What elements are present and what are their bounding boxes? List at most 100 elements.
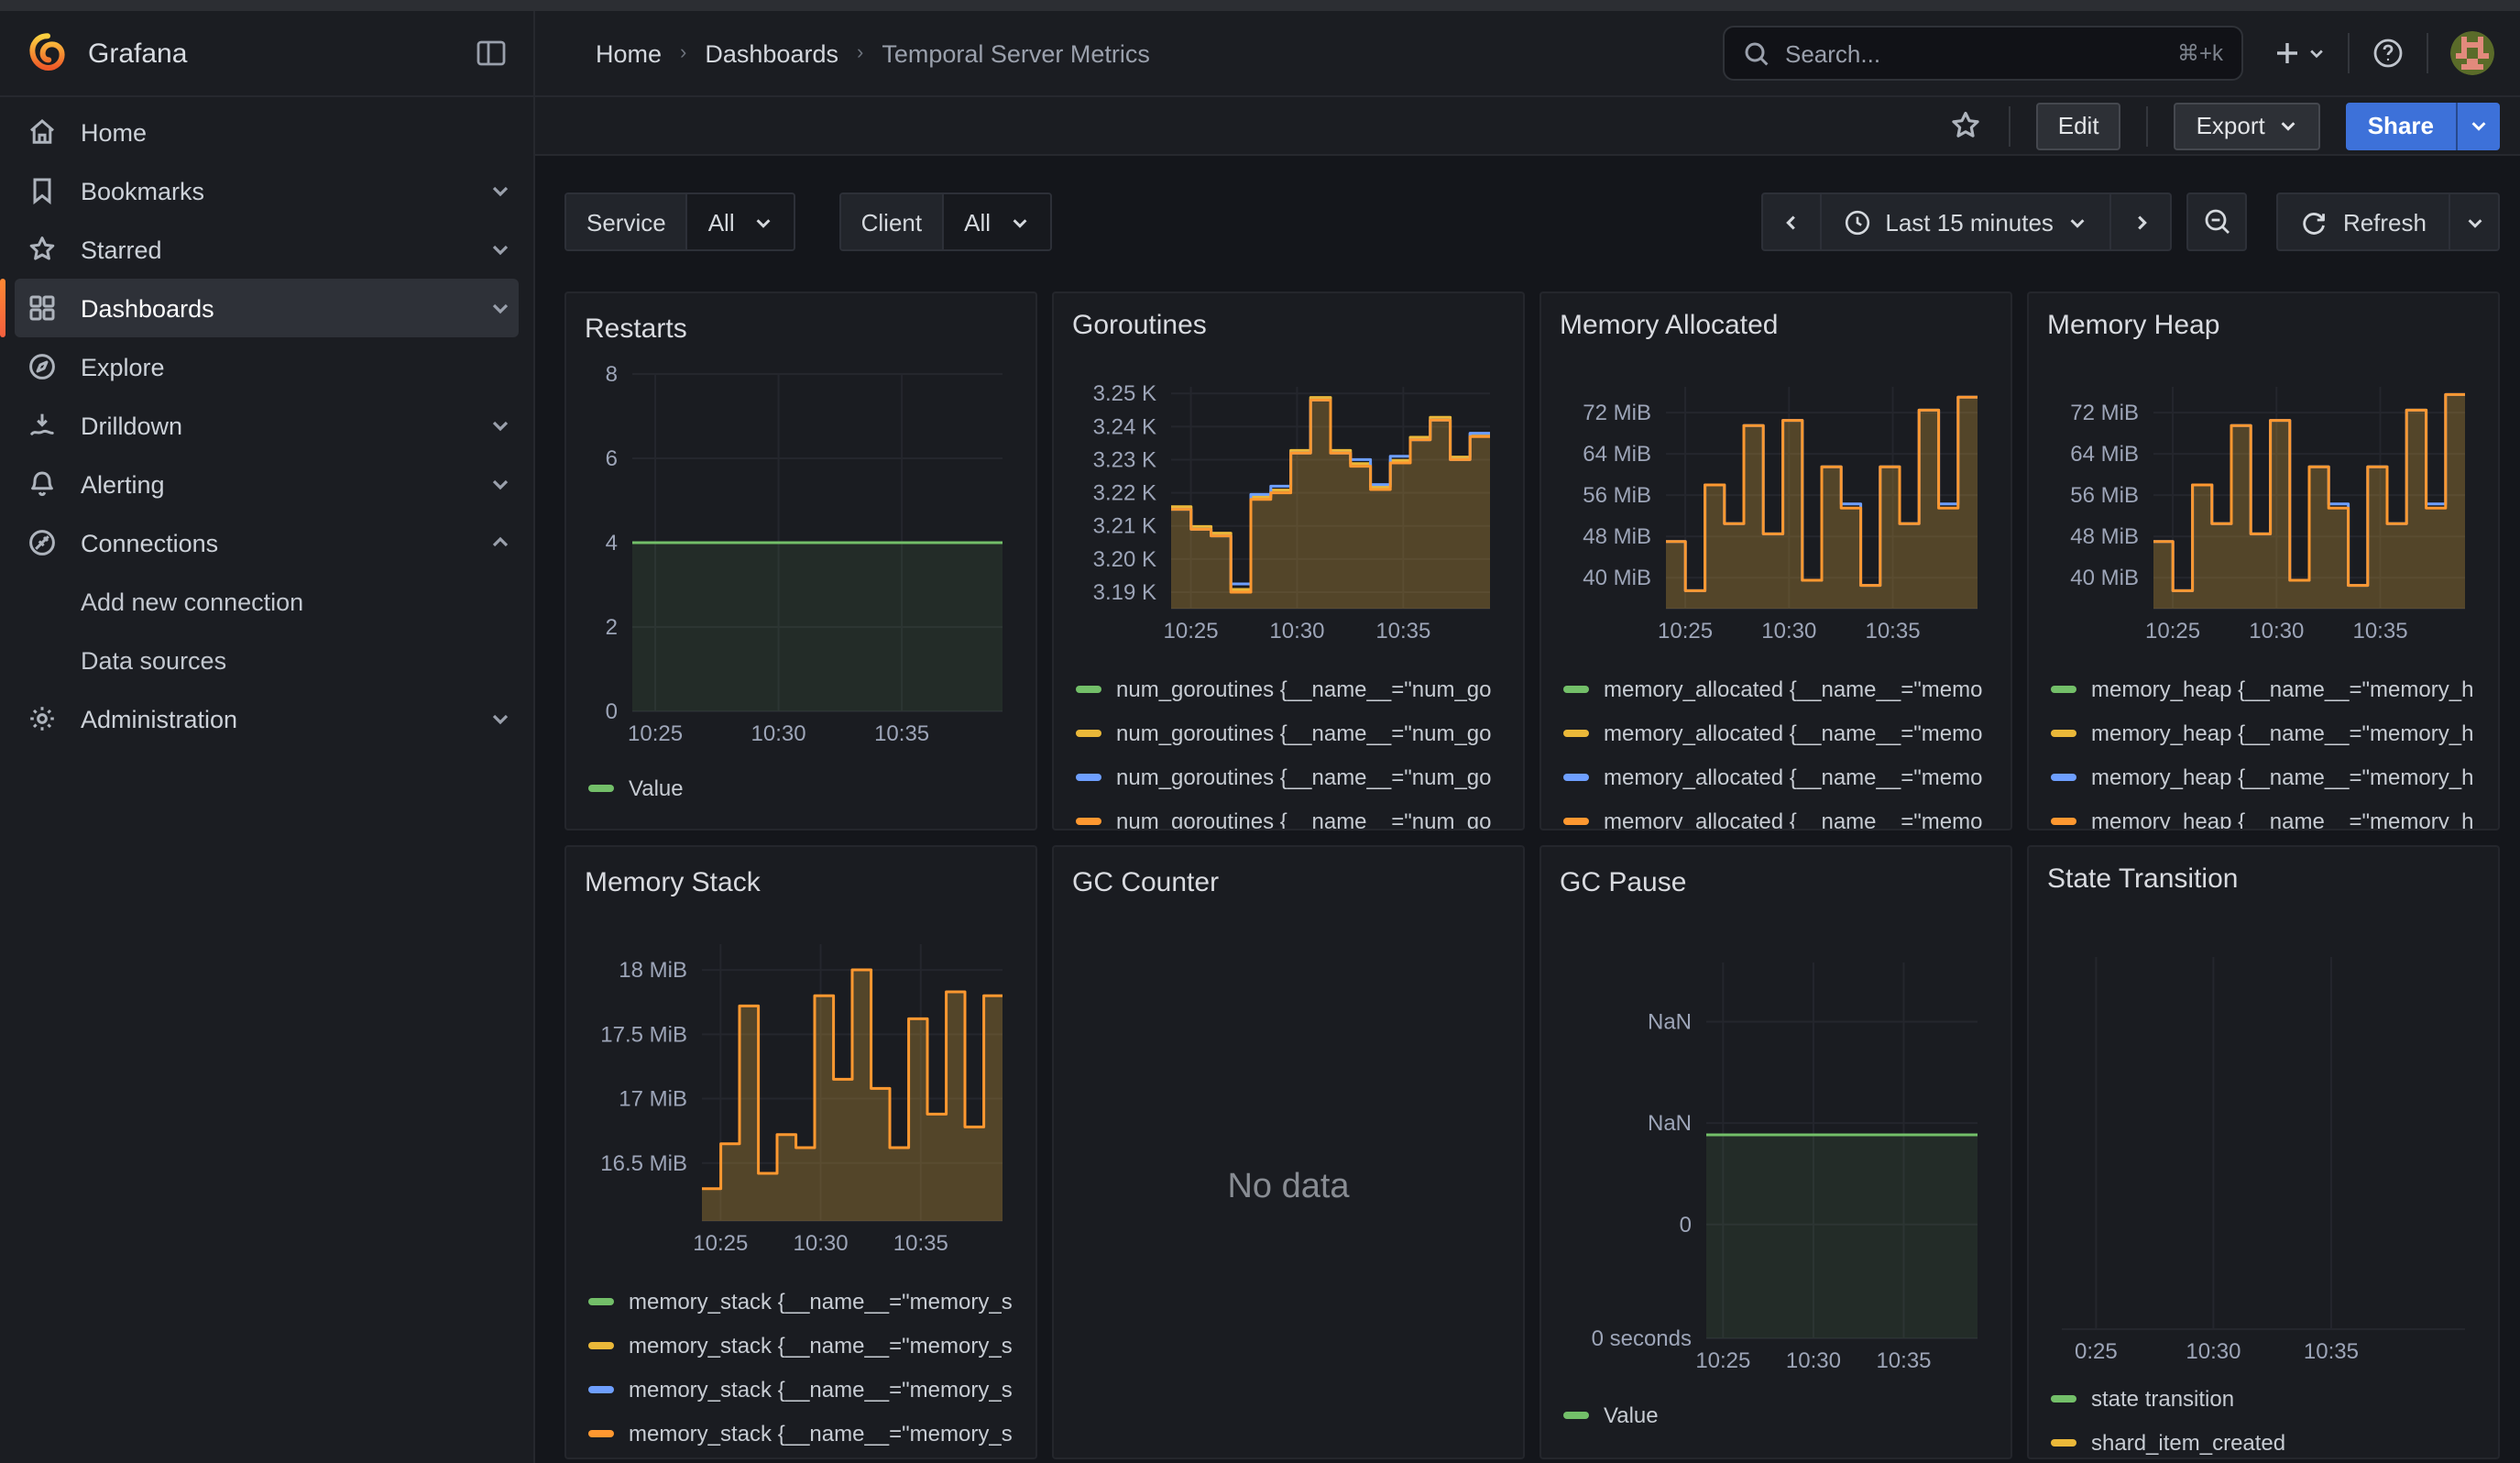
goroutines-chart[interactable]: 3.19 K3.20 K3.21 K3.22 K3.23 K3.24 K3.25…	[1072, 358, 1505, 649]
legend-color-bullet	[1563, 817, 1589, 825]
refresh-interval-dropdown[interactable]	[2450, 192, 2500, 251]
refresh-label: Refresh	[2343, 208, 2427, 236]
sidebar-item-bookmarks[interactable]: Bookmarks	[15, 161, 519, 220]
clock-icon	[1843, 208, 1870, 236]
sidebar-item-explore[interactable]: Explore	[15, 337, 519, 396]
sidebar-item-dashboards[interactable]: Dashboards	[15, 279, 519, 337]
add-new-button[interactable]	[2273, 38, 2326, 68]
edit-button[interactable]: Edit	[2036, 102, 2121, 149]
export-button[interactable]: Export	[2175, 102, 2320, 149]
variable-client-value[interactable]: All	[942, 194, 1049, 249]
time-range-picker[interactable]: Last 15 minutes	[1821, 192, 2112, 251]
favorite-star-button[interactable]	[1948, 108, 1983, 143]
chevron-down-icon[interactable]	[489, 297, 511, 319]
panel-title[interactable]: State Transition	[2047, 847, 2480, 911]
no-data-message: No data	[1072, 917, 1505, 1458]
svg-text:10:30: 10:30	[1269, 619, 1324, 644]
sidebar-item-add-new-connection[interactable]: Add new connection	[15, 572, 519, 631]
restarts-chart[interactable]: 0246810:2510:3010:35	[585, 363, 1017, 752]
legend-item[interactable]: memory_stack {__name__="memory_s	[585, 1324, 1017, 1368]
panel-title[interactable]: GC Counter	[1072, 847, 1505, 917]
chevron-up-icon[interactable]	[489, 532, 511, 554]
legend-item[interactable]: Value	[585, 766, 1017, 810]
sidebar-item-data-sources[interactable]: Data sources	[15, 631, 519, 689]
divider	[2348, 33, 2350, 73]
chevron-down-icon	[1009, 212, 1029, 232]
panel-title[interactable]: Memory Stack	[585, 847, 1017, 917]
panel-title[interactable]: Goroutines	[1072, 293, 1505, 358]
dock-sidebar-icon[interactable]	[475, 37, 508, 70]
chevron-down-icon[interactable]	[489, 414, 511, 436]
zoom-out-button[interactable]	[2187, 192, 2248, 251]
svg-text:NaN: NaN	[1648, 1010, 1692, 1035]
legend-item[interactable]: memory_allocated {__name__="memo	[1560, 799, 1992, 829]
panel-title[interactable]: Restarts	[585, 293, 1017, 363]
variable-service-value[interactable]: All	[686, 194, 794, 249]
share-button[interactable]: Share	[2346, 102, 2456, 149]
share-dropdown-button[interactable]	[2456, 102, 2500, 149]
memory-stack-chart[interactable]: 16.5 MiB17 MiB17.5 MiB18 MiB10:2510:3010…	[585, 917, 1017, 1261]
drilldown-icon	[26, 409, 59, 442]
sidebar-item-drilldown[interactable]: Drilldown	[15, 396, 519, 455]
breadcrumb-home[interactable]: Home	[596, 39, 662, 67]
legend-item[interactable]: memory_heap {__name__="memory_h	[2047, 799, 2480, 829]
sidebar-item-label: Administration	[81, 705, 489, 732]
breadcrumb-dashboards[interactable]: Dashboards	[705, 39, 838, 67]
legend-item[interactable]: memory_heap {__name__="memory_h	[2047, 667, 2480, 711]
svg-text:3.22 K: 3.22 K	[1093, 480, 1156, 505]
sidebar-item-label: Bookmarks	[81, 177, 489, 204]
legend-item[interactable]: memory_stack {__name__="memory_s	[585, 1280, 1017, 1324]
legend-label: memory_heap {__name__="memory_h	[2091, 720, 2473, 746]
svg-text:40 MiB: 40 MiB	[1583, 566, 1651, 590]
legend-item[interactable]: num_goroutines {__name__="num_go	[1072, 755, 1505, 799]
legend-item[interactable]: num_goroutines {__name__="num_go	[1072, 667, 1505, 711]
legend-color-bullet	[1563, 685, 1589, 693]
home-icon	[26, 116, 59, 148]
sidebar-menu: Home Bookmarks Starred Dashboards	[0, 97, 533, 754]
legend-item[interactable]: num_goroutines {__name__="num_go	[1072, 799, 1505, 829]
legend-item[interactable]: memory_heap {__name__="memory_h	[2047, 755, 2480, 799]
legend-color-bullet	[588, 785, 614, 793]
gc-pause-chart[interactable]: 0 seconds0NaNNaN10:2510:3010:35	[1560, 917, 1992, 1379]
time-shift-forward-button[interactable]	[2112, 192, 2173, 251]
legend-item[interactable]: memory_stack {__name__="memory_s	[585, 1368, 1017, 1412]
legend-item[interactable]: shard_item_created	[2047, 1421, 2480, 1458]
search-box[interactable]: ⌘+k	[1723, 26, 2243, 81]
panel-title[interactable]: GC Pause	[1560, 847, 1992, 917]
legend-item[interactable]: Value	[1560, 1393, 1992, 1437]
chevron-down-icon[interactable]	[489, 708, 511, 730]
legend-color-bullet	[2051, 773, 2076, 781]
legend-item[interactable]: memory_heap {__name__="memory_h	[2047, 711, 2480, 755]
sidebar-item-home[interactable]: Home	[15, 103, 519, 161]
state-transition-chart[interactable]: 0:2510:3010:35	[2047, 911, 2480, 1370]
search-input[interactable]	[1785, 39, 2177, 67]
chevron-down-icon[interactable]	[489, 180, 511, 202]
memory-heap-chart[interactable]: 40 MiB48 MiB56 MiB64 MiB72 MiB10:2510:30…	[2047, 358, 2480, 649]
legend-item[interactable]: memory_allocated {__name__="memo	[1560, 667, 1992, 711]
panel-title[interactable]: Memory Heap	[2047, 293, 2480, 358]
sidebar-item-starred[interactable]: Starred	[15, 220, 519, 279]
sidebar-item-administration[interactable]: Administration	[15, 689, 519, 748]
avatar[interactable]	[2450, 31, 2494, 75]
sidebar-header: Grafana	[0, 11, 533, 97]
legend-color-bullet	[2051, 1438, 2076, 1446]
legend-item[interactable]: memory_allocated {__name__="memo	[1560, 711, 1992, 755]
sidebar-item-alerting[interactable]: Alerting	[15, 455, 519, 513]
legend-item[interactable]: state transition	[2047, 1377, 2480, 1421]
legend-item[interactable]: memory_allocated {__name__="memo	[1560, 755, 1992, 799]
legend-item[interactable]: num_goroutines {__name__="num_go	[1072, 711, 1505, 755]
chevron-down-icon[interactable]	[489, 473, 511, 495]
svg-text:17 MiB: 17 MiB	[619, 1087, 687, 1112]
memory-allocated-chart[interactable]: 40 MiB48 MiB56 MiB64 MiB72 MiB10:2510:30…	[1560, 358, 1992, 649]
help-icon[interactable]	[2372, 37, 2405, 70]
export-label: Export	[2197, 112, 2265, 139]
dashboard-content: Service All Client All	[535, 156, 2520, 1463]
svg-text:10:25: 10:25	[1164, 619, 1219, 644]
svg-text:10:30: 10:30	[1786, 1348, 1841, 1373]
refresh-button[interactable]: Refresh	[2277, 192, 2450, 251]
panel-title[interactable]: Memory Allocated	[1560, 293, 1992, 358]
sidebar-item-connections[interactable]: Connections	[15, 513, 519, 572]
time-shift-back-button[interactable]	[1760, 192, 1821, 251]
legend-item[interactable]: memory_stack {__name__="memory_s	[585, 1412, 1017, 1456]
chevron-down-icon[interactable]	[489, 238, 511, 260]
